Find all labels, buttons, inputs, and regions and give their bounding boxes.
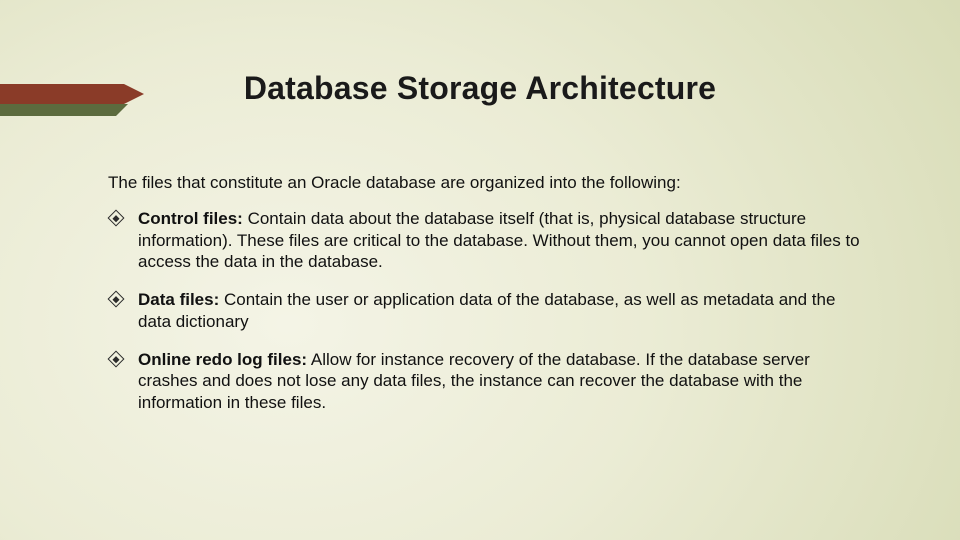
slide: Database Storage Architecture The files … — [0, 0, 960, 540]
list-item: Online redo log files: Allow for instanc… — [108, 349, 868, 414]
diamond-bullet-icon — [108, 209, 125, 226]
accent-shadow — [0, 104, 116, 116]
accent-arrow — [0, 84, 124, 104]
list-item-term: Online redo log files: — [138, 350, 307, 369]
list-item-term: Control files: — [138, 209, 243, 228]
list-item: Control files: Contain data about the da… — [108, 208, 868, 273]
list-item-desc: Contain data about the database itself (… — [138, 209, 860, 272]
diamond-bullet-icon — [108, 350, 125, 367]
diamond-bullet-icon — [108, 291, 125, 308]
intro-text: The files that constitute an Oracle data… — [108, 172, 868, 194]
slide-body: The files that constitute an Oracle data… — [108, 172, 868, 430]
bullet-list: Control files: Contain data about the da… — [108, 208, 868, 414]
list-item-desc: Contain the user or application data of … — [138, 290, 835, 331]
slide-title: Database Storage Architecture — [0, 70, 960, 107]
list-item-term: Data files: — [138, 290, 219, 309]
list-item: Data files: Contain the user or applicat… — [108, 289, 868, 333]
